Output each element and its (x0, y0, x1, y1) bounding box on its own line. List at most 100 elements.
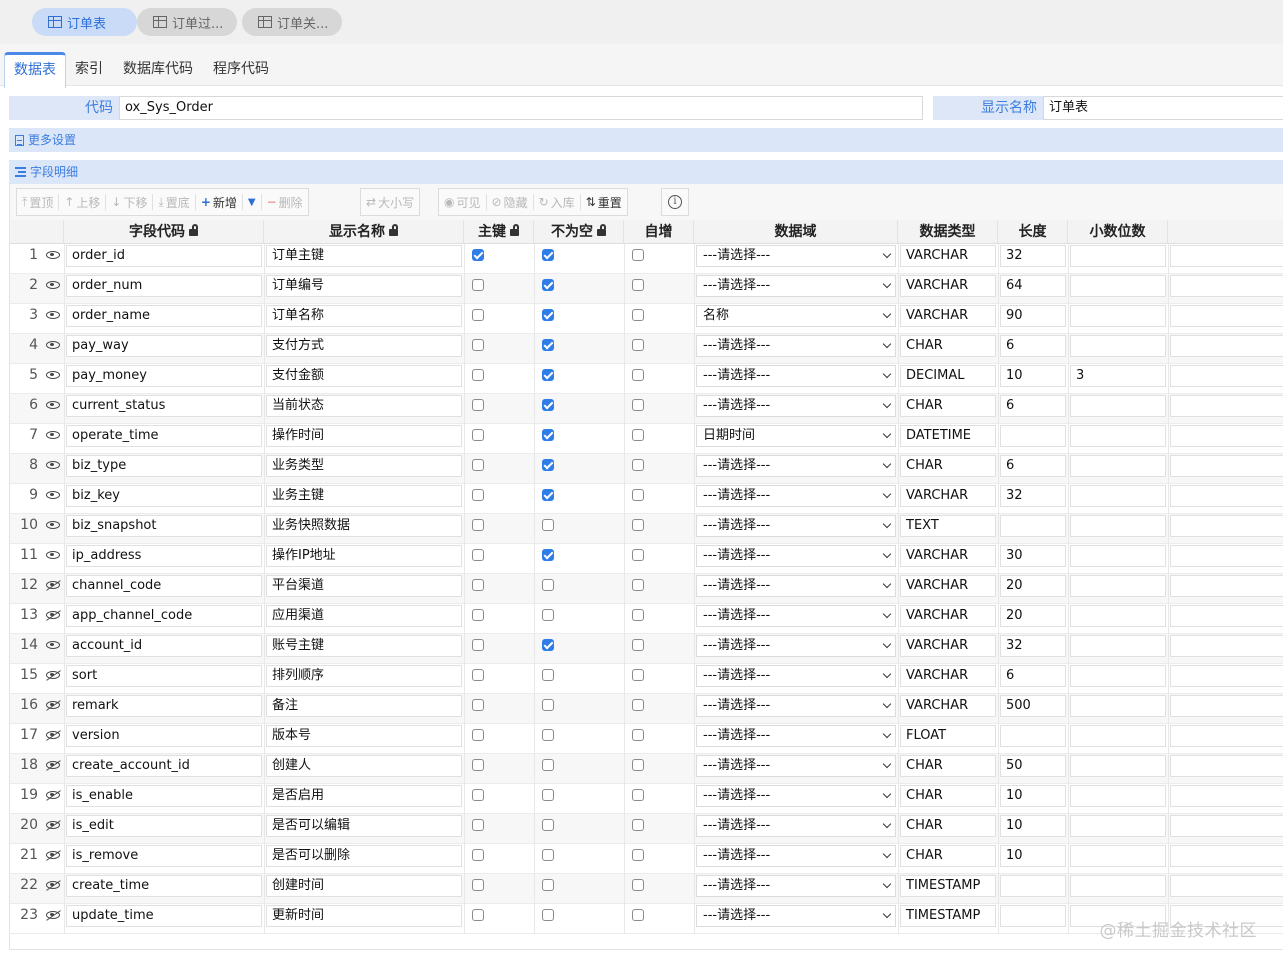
display-name-input[interactable]: 是否可以删除 (266, 845, 462, 867)
auto-increment-checkbox[interactable] (632, 609, 644, 621)
primary-key-checkbox[interactable] (472, 279, 484, 291)
primary-key-checkbox[interactable] (472, 579, 484, 591)
auto-increment-checkbox[interactable] (632, 429, 644, 441)
display-name-input[interactable]: 账号主键 (266, 635, 462, 657)
more-settings-section[interactable]: 更多设置 (9, 128, 1283, 152)
data-type-input[interactable]: VARCHAR (900, 695, 996, 717)
eye-icon[interactable] (46, 251, 60, 259)
auto-increment-checkbox[interactable] (632, 789, 644, 801)
display-name-input[interactable]: 创建人 (266, 755, 462, 777)
extra-input[interactable] (1170, 665, 1283, 687)
scale-input[interactable] (1070, 635, 1166, 657)
display-name-input[interactable]: 备注 (266, 695, 462, 717)
auto-increment-checkbox[interactable] (632, 819, 644, 831)
primary-key-checkbox[interactable] (472, 429, 484, 441)
display-name-input[interactable]: 是否启用 (266, 785, 462, 807)
extra-input[interactable] (1170, 845, 1283, 867)
reset-button[interactable]: ⇅ 重置 (581, 189, 627, 215)
display-name-input[interactable]: 订单名称 (266, 305, 462, 327)
auto-increment-checkbox[interactable] (632, 579, 644, 591)
table-row[interactable]: 16 remark 备注 ---请选择--- VARCHAR 500 (10, 694, 1283, 724)
not-null-checkbox[interactable] (542, 309, 554, 321)
display-name-input[interactable]: 当前状态 (266, 395, 462, 417)
data-type-input[interactable]: DATETIME (900, 425, 996, 447)
eye-icon[interactable] (46, 341, 60, 349)
scale-input[interactable] (1070, 845, 1166, 867)
display-name-input[interactable]: 创建时间 (266, 875, 462, 897)
data-domain-select[interactable]: ---请选择--- (696, 695, 896, 717)
primary-key-checkbox[interactable] (472, 369, 484, 381)
code-input[interactable]: ox_Sys_Order (119, 96, 923, 120)
length-input[interactable]: 32 (1000, 485, 1066, 507)
not-null-checkbox[interactable] (542, 459, 554, 471)
field-code-input[interactable]: update_time (66, 905, 262, 927)
not-null-checkbox[interactable] (542, 909, 554, 921)
data-type-input[interactable]: VARCHAR (900, 545, 996, 567)
not-null-checkbox[interactable] (542, 609, 554, 621)
not-null-checkbox[interactable] (542, 249, 554, 261)
field-code-input[interactable]: is_edit (66, 815, 262, 837)
data-domain-select[interactable]: ---请选择--- (696, 905, 896, 927)
data-domain-select[interactable]: ---请选择--- (696, 725, 896, 747)
display-name-input[interactable]: 订单表 (1043, 96, 1283, 120)
data-type-input[interactable]: VARCHAR (900, 575, 996, 597)
length-input[interactable]: 32 (1000, 635, 1066, 657)
auto-increment-checkbox[interactable] (632, 369, 644, 381)
primary-key-checkbox[interactable] (472, 309, 484, 321)
data-type-input[interactable]: CHAR (900, 455, 996, 477)
primary-key-checkbox[interactable] (472, 729, 484, 741)
eye-slash-icon[interactable] (46, 881, 60, 889)
eye-slash-icon[interactable] (46, 791, 60, 799)
tab-database-code[interactable]: 数据库代码 (115, 52, 201, 86)
field-code-input[interactable]: version (66, 725, 262, 747)
tab-index[interactable]: 索引 (67, 52, 111, 86)
field-code-input[interactable]: create_account_id (66, 755, 262, 777)
primary-key-checkbox[interactable] (472, 819, 484, 831)
eye-slash-icon[interactable] (46, 611, 60, 619)
data-type-input[interactable]: VARCHAR (900, 305, 996, 327)
scale-input[interactable] (1070, 875, 1166, 897)
table-row[interactable]: 20 is_edit 是否可以编辑 ---请选择--- CHAR 10 (10, 814, 1283, 844)
scale-input[interactable] (1070, 455, 1166, 477)
data-domain-select[interactable]: ---请选择--- (696, 815, 896, 837)
data-type-input[interactable]: TIMESTAMP (900, 875, 996, 897)
auto-increment-checkbox[interactable] (632, 459, 644, 471)
move-top-button[interactable]: ⤒ 置顶 (17, 189, 58, 215)
eye-icon[interactable] (46, 551, 60, 559)
delete-field-button[interactable]: − 删除 (262, 189, 308, 215)
visible-button[interactable]: ◉ 可见 (439, 189, 486, 215)
display-name-input[interactable]: 支付方式 (266, 335, 462, 357)
scale-input[interactable]: 3 (1070, 365, 1166, 387)
not-null-checkbox[interactable] (542, 279, 554, 291)
eye-slash-icon[interactable] (46, 581, 60, 589)
scale-input[interactable] (1070, 335, 1166, 357)
scale-input[interactable] (1070, 395, 1166, 417)
field-code-input[interactable]: order_id (66, 245, 262, 267)
field-code-input[interactable]: create_time (66, 875, 262, 897)
primary-key-checkbox[interactable] (472, 249, 484, 261)
table-row[interactable]: 1 order_id 订单主键 ---请选择--- VARCHAR 32 (10, 244, 1283, 274)
extra-input[interactable] (1170, 395, 1283, 417)
not-null-checkbox[interactable] (542, 639, 554, 651)
primary-key-checkbox[interactable] (472, 489, 484, 501)
data-domain-select[interactable]: ---请选择--- (696, 245, 896, 267)
length-input[interactable]: 30 (1000, 545, 1066, 567)
field-detail-section[interactable]: 字段明细 (9, 160, 1283, 184)
auto-increment-checkbox[interactable] (632, 669, 644, 681)
add-dropdown-button[interactable]: ▼ (243, 189, 261, 215)
length-input[interactable] (1000, 725, 1066, 747)
data-domain-select[interactable]: ---请选择--- (696, 635, 896, 657)
header-field-code[interactable]: 字段代码 (64, 220, 264, 244)
window-tab-order-process[interactable]: 订单过... (137, 8, 237, 36)
data-type-input[interactable]: CHAR (900, 395, 996, 417)
length-input[interactable]: 50 (1000, 755, 1066, 777)
data-domain-select[interactable]: ---请选择--- (696, 755, 896, 777)
extra-input[interactable] (1170, 605, 1283, 627)
data-type-input[interactable]: TEXT (900, 515, 996, 537)
not-null-checkbox[interactable] (542, 819, 554, 831)
extra-input[interactable] (1170, 815, 1283, 837)
scale-input[interactable] (1070, 245, 1166, 267)
scale-input[interactable] (1070, 515, 1166, 537)
header-scale[interactable]: 小数位数 (1068, 220, 1168, 244)
field-code-input[interactable]: pay_money (66, 365, 262, 387)
